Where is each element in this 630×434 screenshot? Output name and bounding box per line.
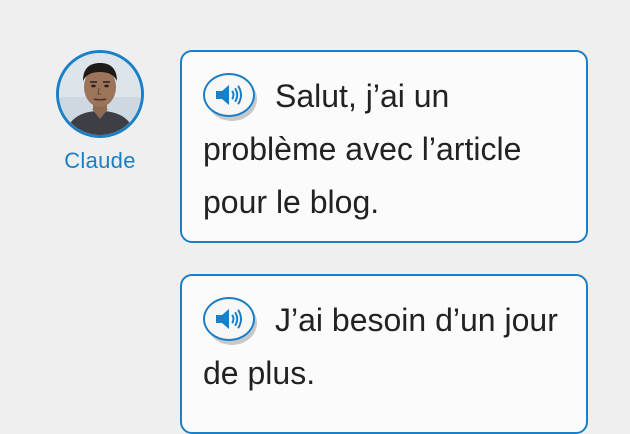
message-bubble: J’ai besoin d’un jour de plus. — [180, 274, 588, 434]
message-bubble: Salut, j’ai un problème avec l’article p… — [180, 50, 588, 243]
avatar-portrait — [59, 53, 141, 135]
play-audio-button[interactable] — [203, 73, 257, 121]
play-audio-button[interactable] — [203, 297, 257, 345]
avatar — [56, 50, 144, 138]
speaker: Claude — [56, 50, 144, 174]
play-button-face[interactable] — [203, 297, 255, 341]
speaker-name: Claude — [64, 148, 136, 173]
speaker-icon — [216, 309, 242, 329]
play-button-face[interactable] — [203, 73, 255, 117]
speaker-icon — [216, 85, 242, 105]
